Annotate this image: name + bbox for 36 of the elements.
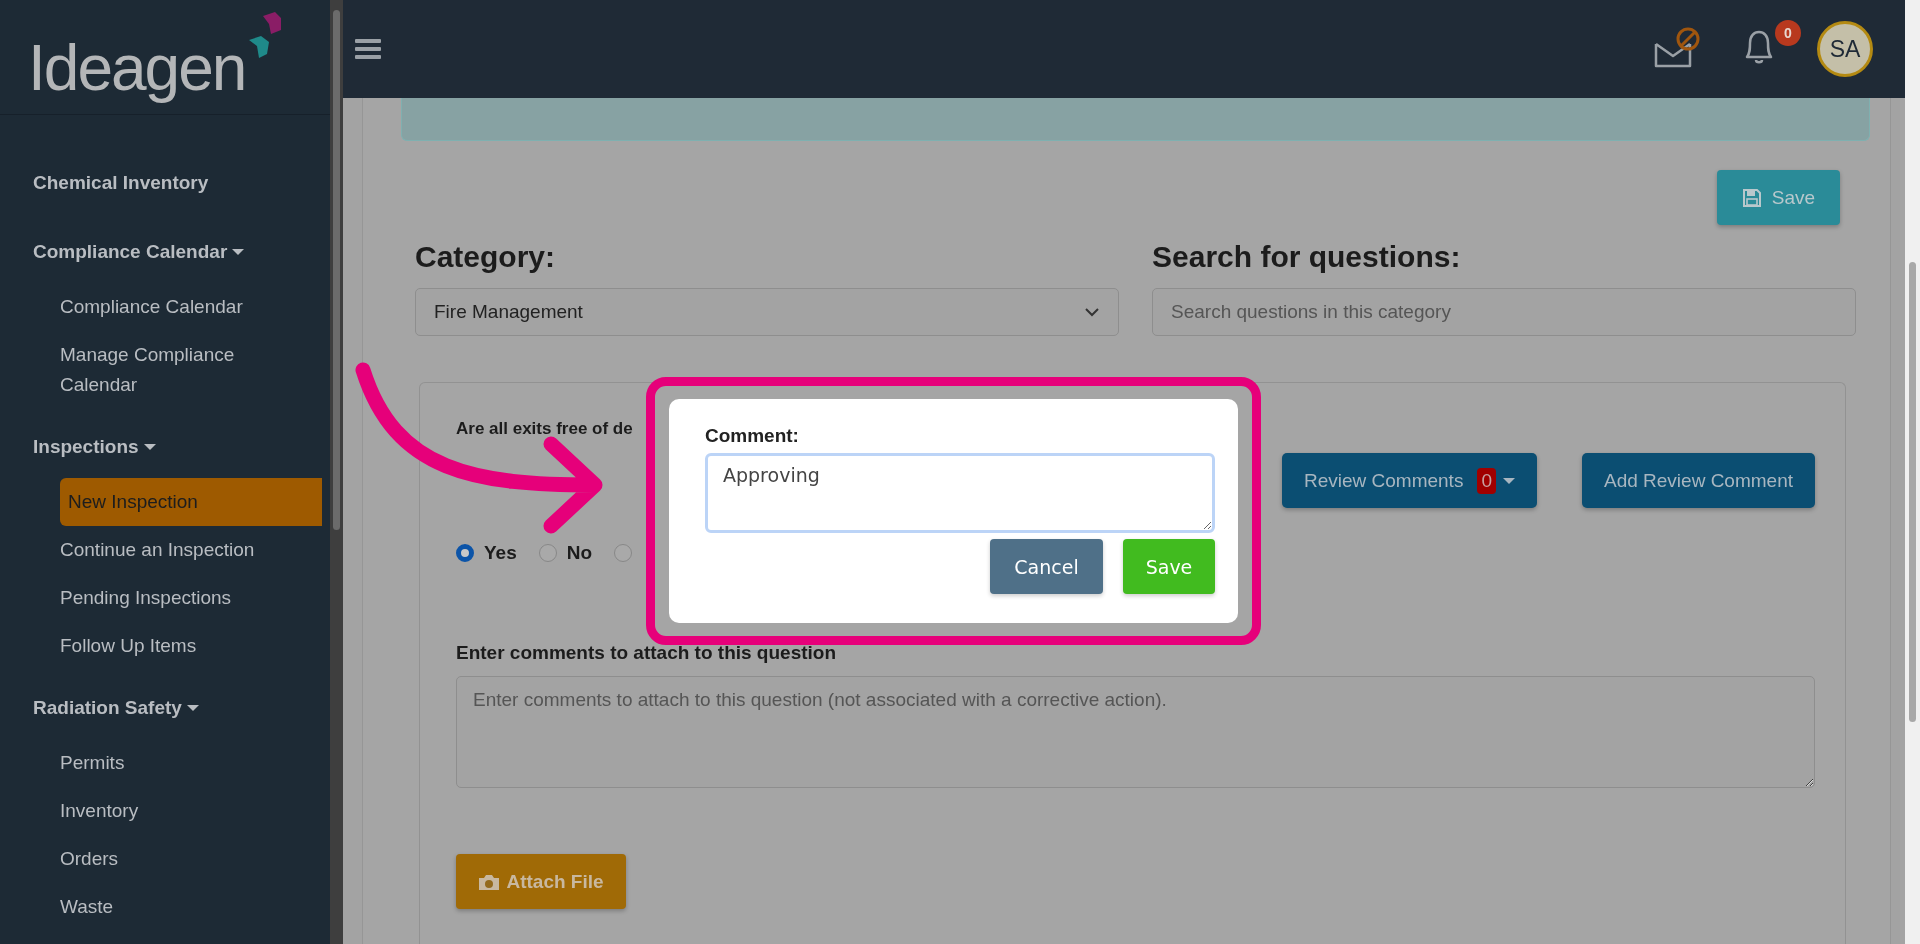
sidebar-section[interactable]: Radiation Safety [0,677,330,739]
sidebar-item[interactable]: Follow Up Items [0,622,260,670]
question-text: Are all exits free of de [456,419,633,439]
category-label: Category: [415,240,557,274]
add-review-comment-button[interactable]: Add Review Comment [1581,453,1815,508]
user-avatar[interactable]: SA [1817,21,1873,77]
sidebar-item[interactable]: Pending Inspections [0,574,260,622]
camera-icon [478,872,501,891]
sidebar-item[interactable]: Orders [0,835,260,883]
search-field[interactable]: Search questions in this category [1152,288,1856,336]
sidebar-item[interactable]: Inventory [0,787,260,835]
search-label: Search for questions: [1152,240,1462,274]
comment-label: Comment: [705,425,800,447]
page-scrollbar[interactable] [1905,0,1920,944]
sidebar-item[interactable]: Continue an Inspection [0,526,260,574]
comments-label: Enter comments to attach to this question [456,642,838,664]
comment-field[interactable]: Approving [705,453,1215,533]
answer-radio[interactable]: No [538,542,593,564]
sidebar-item[interactable]: Compliance Calendar [0,283,260,331]
answer-radio[interactable] [614,542,633,564]
cancel-button[interactable]: Cancel [990,539,1103,594]
bell-icon[interactable] [1745,30,1773,64]
sidebar-section[interactable]: Chemical Inventory [0,152,330,214]
sidebar-section[interactable]: Compliance Calendar [0,221,330,283]
answer-radio[interactable]: Yes [456,542,517,564]
scrollbar[interactable] [330,0,343,944]
menu-icon[interactable] [355,38,381,60]
category-select[interactable]: Fire Management [415,288,1119,336]
notification-badge: 0 [1775,20,1801,46]
comments-field[interactable]: Enter comments to attach to this question (not associated with a corrective action). [456,676,1815,788]
sidebar-item[interactable]: Manage Compliance Calendar [0,331,260,409]
review-comments-button[interactable]: Review Comments 0 [1281,453,1537,508]
chevron-down-icon [1084,307,1100,317]
sidebar-section[interactable]: Inspections [0,416,330,478]
sidebar-item[interactable]: Permits [0,739,260,787]
sidebar-item[interactable]: Waste [0,883,260,931]
